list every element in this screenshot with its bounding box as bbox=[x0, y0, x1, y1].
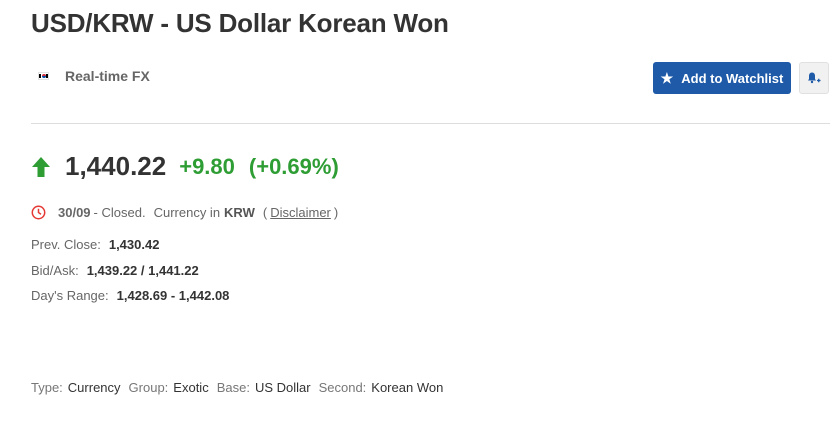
star-icon: ★ bbox=[660, 70, 674, 86]
bid-ask-label: Bid/Ask: bbox=[31, 263, 79, 278]
second-label: Second: bbox=[318, 380, 367, 395]
add-to-watchlist-button[interactable]: ★ Add to Watchlist bbox=[653, 62, 791, 94]
prev-close-row: Prev. Close: 1,430.42 bbox=[31, 237, 159, 252]
watchlist-label: Add to Watchlist bbox=[681, 70, 784, 86]
days-range-value: 1,428.69 - 1,442.08 bbox=[116, 288, 230, 303]
source-row: Real-time FX bbox=[38, 68, 150, 84]
page-title: USD/KRW - US Dollar Korean Won bbox=[31, 8, 449, 38]
price-change: +9.80 bbox=[179, 153, 235, 179]
south-korea-flag-icon bbox=[38, 72, 49, 80]
bell-plus-icon bbox=[808, 72, 821, 84]
price-row: 1,440.22 +9.80 (+0.69%) bbox=[31, 151, 339, 182]
prev-close-value: 1,430.42 bbox=[108, 237, 160, 252]
clock-icon bbox=[31, 205, 46, 220]
create-alert-button[interactable] bbox=[799, 62, 829, 94]
instrument-meta: Type: Currency Group: Exotic Base: US Do… bbox=[31, 380, 451, 395]
market-status: 30/09 - Closed. Currency in KRW ( Discla… bbox=[31, 205, 338, 220]
close-paren: ) bbox=[333, 205, 339, 220]
base-label: Base: bbox=[216, 380, 250, 395]
divider bbox=[31, 123, 830, 124]
group-label: Group: bbox=[128, 380, 169, 395]
disclaimer-link[interactable]: Disclaimer bbox=[270, 205, 331, 220]
prev-close-label: Prev. Close: bbox=[31, 237, 101, 252]
arrow-up-icon bbox=[32, 156, 50, 177]
currency-label: Currency in bbox=[153, 205, 221, 220]
bid-ask-row: Bid/Ask: 1,439.22 / 1,441.22 bbox=[31, 263, 199, 278]
status-date: 30/09 bbox=[58, 205, 91, 220]
days-range-row: Day's Range: 1,428.69 - 1,442.08 bbox=[31, 288, 229, 303]
group-value: Exotic bbox=[173, 380, 209, 395]
second-value: Korean Won bbox=[371, 380, 444, 395]
last-price: 1,440.22 bbox=[65, 151, 167, 181]
type-label: Type: bbox=[31, 380, 63, 395]
open-paren: ( bbox=[262, 205, 268, 220]
bid-ask-value: 1,439.22 / 1,441.22 bbox=[86, 263, 199, 278]
currency-code: KRW bbox=[224, 205, 255, 220]
price-change-percent: (+0.69%) bbox=[248, 153, 339, 179]
type-value: Currency bbox=[67, 380, 121, 395]
base-value: US Dollar bbox=[254, 380, 311, 395]
days-range-label: Day's Range: bbox=[31, 288, 109, 303]
status-closed: - Closed. bbox=[93, 205, 146, 220]
realtime-label: Real-time FX bbox=[65, 68, 150, 84]
